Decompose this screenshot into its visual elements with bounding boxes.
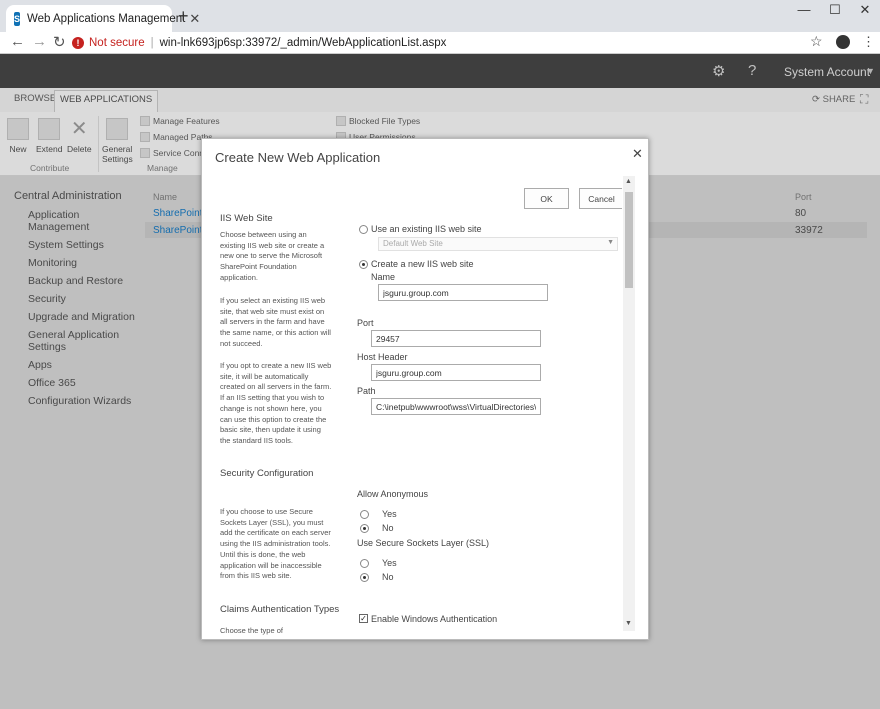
- dialog-title: Create New Web Application: [215, 150, 381, 165]
- create-new-radio[interactable]: [359, 260, 368, 269]
- port-field[interactable]: [371, 330, 541, 347]
- security-section-title: Security Configuration: [220, 468, 314, 479]
- profile-icon[interactable]: [836, 35, 850, 49]
- ok-button[interactable]: OK: [524, 188, 569, 209]
- browser-tab[interactable]: S Web Applications Management ✕: [6, 5, 200, 32]
- more-menu-icon[interactable]: ⋮: [862, 34, 875, 50]
- use-existing-label: Use an existing IIS web site: [371, 224, 482, 234]
- address-bar: ← → ↻ ! Not secure | win-lnk693jp6sp:339…: [0, 32, 880, 54]
- warning-icon: !: [72, 37, 84, 49]
- url-omnibox[interactable]: ! Not secure | win-lnk693jp6sp:33972/_ad…: [72, 33, 832, 53]
- window-close-icon[interactable]: ✕: [850, 2, 880, 18]
- use-existing-radio[interactable]: [359, 225, 368, 234]
- forward-icon[interactable]: →: [32, 33, 47, 50]
- url-text: win-lnk693jp6sp:33972/_admin/WebApplicat…: [159, 37, 447, 49]
- new-tab-icon[interactable]: +: [178, 6, 189, 27]
- tab-close-icon[interactable]: ✕: [189, 11, 200, 27]
- anonymous-yes-radio[interactable]: [360, 510, 369, 519]
- sharepoint-favicon-icon: S: [14, 11, 21, 26]
- use-ssl-label: Use Secure Sockets Layer (SSL): [357, 538, 490, 548]
- iis-section-title: IIS Web Site: [220, 213, 273, 224]
- scroll-down-icon[interactable]: ▼: [625, 620, 632, 627]
- path-field[interactable]: [371, 398, 541, 415]
- maximize-icon[interactable]: ☐: [820, 2, 850, 18]
- reload-icon[interactable]: ↻: [53, 33, 66, 51]
- anonymous-yes-label: Yes: [382, 509, 397, 519]
- anonymous-no-radio[interactable]: [360, 524, 369, 533]
- host-header-label: Host Header: [357, 352, 408, 362]
- name-label: Name: [371, 272, 396, 282]
- iis-description: If you select an existing IIS web site, …: [220, 296, 331, 348]
- ssl-yes-label: Yes: [382, 558, 397, 568]
- iis-description: If you opt to create a new IIS web site,…: [220, 361, 332, 445]
- back-icon[interactable]: ←: [10, 33, 25, 50]
- path-label: Path: [357, 386, 376, 396]
- ssl-no-label: No: [382, 572, 394, 582]
- name-field[interactable]: [378, 284, 548, 301]
- security-description: If you choose to use Secure Sockets Laye…: [220, 507, 331, 581]
- port-label: Port: [357, 318, 374, 328]
- bookmark-star-icon[interactable]: ☆: [810, 33, 823, 50]
- create-web-app-dialog: Create New Web Application ✕ OK Cancel I…: [201, 138, 649, 640]
- scroll-up-icon[interactable]: ▲: [625, 178, 632, 185]
- browser-tab-bar: S Web Applications Management ✕ + — ☐ ✕: [0, 0, 880, 32]
- iis-description: Choose between using an existing IIS web…: [220, 230, 325, 282]
- existing-site-value: Default Web Site: [383, 239, 443, 248]
- enable-windows-auth-checkbox[interactable]: ✓: [359, 614, 368, 623]
- tab-title: Web Applications Management: [27, 12, 186, 25]
- chevron-down-icon: ▼: [607, 239, 614, 246]
- anonymous-no-label: No: [382, 523, 394, 533]
- dialog-body: OK Cancel IIS Web Site Choose between us…: [203, 176, 622, 637]
- ssl-no-radio[interactable]: [360, 573, 369, 582]
- close-icon[interactable]: ✕: [632, 146, 643, 162]
- url-separator: |: [150, 37, 154, 49]
- ssl-yes-radio[interactable]: [360, 559, 369, 568]
- claims-section-title: Claims Authentication Types: [220, 604, 340, 615]
- allow-anonymous-label: Allow Anonymous: [357, 489, 429, 499]
- existing-site-select[interactable]: Default Web Site ▼: [378, 237, 618, 251]
- enable-windows-auth-label: Enable Windows Authentication: [371, 614, 498, 624]
- not-secure-label: Not secure: [89, 37, 145, 49]
- minimize-icon[interactable]: —: [789, 2, 819, 17]
- dialog-scrollbar[interactable]: ▲ ▼: [623, 176, 635, 631]
- create-new-label: Create a new IIS web site: [371, 259, 474, 269]
- cancel-button[interactable]: Cancel: [579, 188, 622, 209]
- host-header-field[interactable]: [371, 364, 541, 381]
- scrollbar-thumb[interactable]: [625, 192, 633, 288]
- claims-description: Choose the type of: [220, 626, 283, 635]
